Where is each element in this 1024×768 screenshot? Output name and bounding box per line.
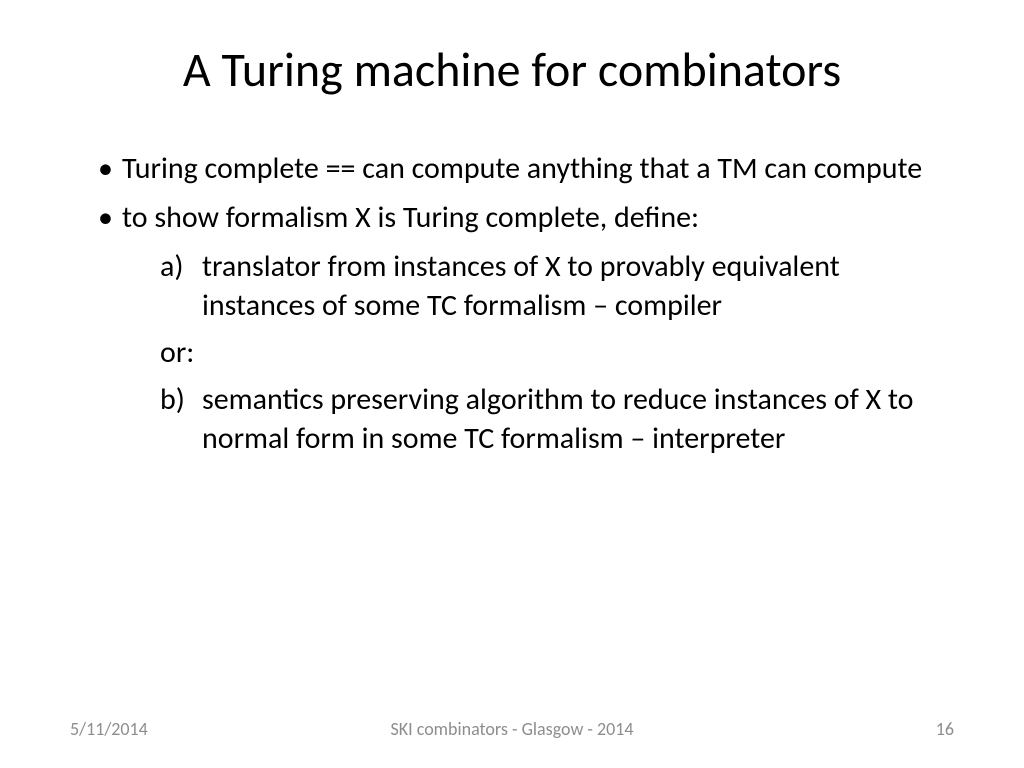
sub-text: translator from instances of X to provab…	[202, 248, 840, 324]
sub-item-b: b) semantics preserving algorithm to red…	[160, 380, 954, 458]
sub-list: a) translator from instances of X to pro…	[160, 247, 954, 325]
slide: A Turing machine for combinators Turing …	[0, 0, 1024, 768]
sub-list: b) semantics preserving algorithm to red…	[160, 380, 954, 458]
bullet-item: Turing complete == can compute anything …	[90, 149, 954, 188]
footer-date: 5/11/2014	[70, 718, 148, 740]
footer-page-number: 16	[936, 718, 954, 740]
footer-title: SKI combinators - Glasgow - 2014	[391, 718, 634, 740]
slide-footer: 5/11/2014 SKI combinators - Glasgow - 20…	[0, 718, 1024, 740]
sub-text: semantics preserving algorithm to reduce…	[202, 381, 913, 457]
sub-marker: a)	[160, 247, 183, 286]
sub-marker: b)	[160, 380, 185, 419]
sub-item-a: a) translator from instances of X to pro…	[160, 247, 954, 325]
or-separator: or:	[160, 333, 954, 372]
slide-content: Turing complete == can compute anything …	[70, 149, 954, 458]
bullet-list: Turing complete == can compute anything …	[90, 149, 954, 237]
bullet-item: to show formalism X is Turing complete, …	[90, 198, 954, 237]
slide-title: A Turing machine for combinators	[70, 40, 954, 99]
